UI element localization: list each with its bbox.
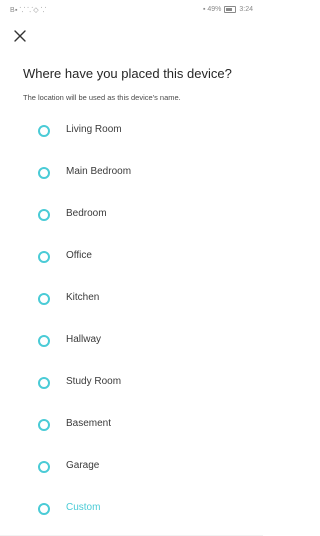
option-living-room[interactable]: Living Room: [0, 110, 263, 152]
radio-icon: [38, 125, 50, 137]
radio-icon: [38, 377, 50, 389]
radio-icon: [38, 419, 50, 431]
radio-icon: [38, 251, 50, 263]
close-button[interactable]: [14, 30, 28, 44]
option-basement[interactable]: Basement: [0, 404, 263, 446]
location-picker-screen: B▪ ⸪ ⸪◇ ⸪ ▪ 49% 3:24 Where have you plac…: [0, 0, 263, 536]
option-label: Bedroom: [66, 208, 107, 219]
option-office[interactable]: Office: [0, 236, 263, 278]
option-main-bedroom[interactable]: Main Bedroom: [0, 152, 263, 194]
radio-icon: [38, 293, 50, 305]
close-icon: [14, 30, 26, 42]
option-label: Basement: [66, 418, 112, 429]
option-label: Kitchen: [66, 292, 100, 303]
option-label: Main Bedroom: [66, 166, 132, 177]
option-hallway[interactable]: Hallway: [0, 320, 263, 362]
option-custom[interactable]: Custom: [0, 488, 263, 530]
radio-icon: [38, 335, 50, 347]
option-label: Office: [66, 250, 92, 261]
radio-icon: [38, 503, 50, 515]
page-subtitle: The location will be used as this device…: [23, 93, 181, 102]
option-label: Hallway: [66, 334, 102, 345]
status-time: 3:24: [239, 6, 253, 13]
radio-icon: [38, 461, 50, 473]
status-bar: B▪ ⸪ ⸪◇ ⸪ ▪ 49% 3:24: [0, 0, 263, 20]
option-bedroom[interactable]: Bedroom: [0, 194, 263, 236]
page-title: Where have you placed this device?: [23, 66, 232, 81]
option-label: Study Room: [66, 376, 122, 387]
option-label: Living Room: [66, 124, 122, 135]
option-label: Custom: [66, 502, 101, 513]
status-indicators: B▪ ⸪ ⸪◇ ⸪: [10, 7, 47, 14]
status-battery-text: ▪ 49%: [202, 6, 222, 13]
status-right-group: ▪ 49% 3:24: [203, 6, 253, 13]
option-study-room[interactable]: Study Room: [0, 362, 263, 404]
radio-icon: [38, 209, 50, 221]
option-garage[interactable]: Garage: [0, 446, 263, 488]
option-kitchen[interactable]: Kitchen: [0, 278, 263, 320]
battery-icon: [224, 6, 237, 13]
radio-icon: [38, 167, 50, 179]
option-label: Garage: [66, 460, 100, 471]
